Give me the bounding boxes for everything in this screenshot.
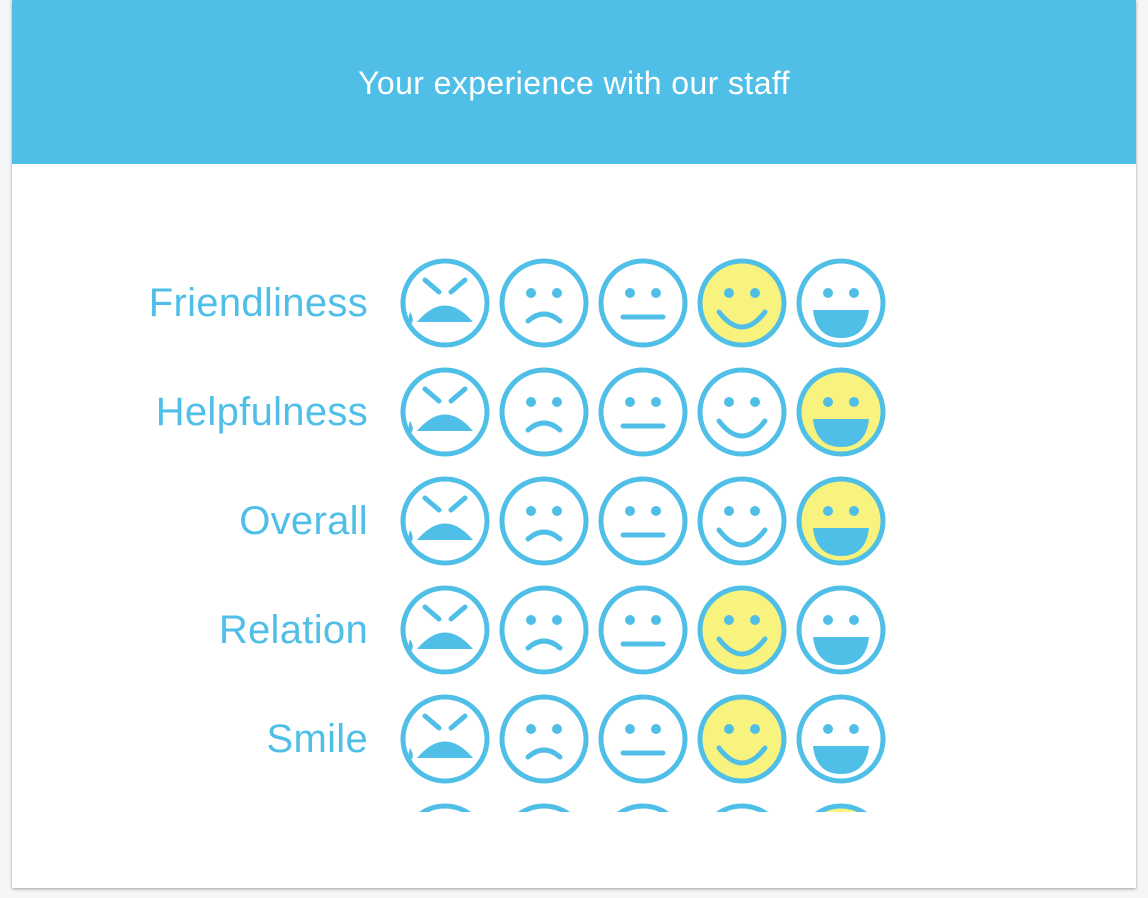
crying-face-icon[interactable] <box>400 803 490 812</box>
rating-row-label: Overall <box>239 499 368 543</box>
smiling-face-icon[interactable] <box>697 367 787 457</box>
grinning-face-icon[interactable] <box>796 585 886 675</box>
grinning-face-icon[interactable] <box>796 367 886 457</box>
grinning-face-icon[interactable] <box>796 694 886 784</box>
smiling-face-icon[interactable] <box>697 476 787 566</box>
rating-row-helpfulness: Helpfulness <box>12 367 1136 457</box>
sad-face-icon[interactable] <box>499 476 589 566</box>
rating-row-label: Smile <box>266 717 368 761</box>
smiling-face-icon[interactable] <box>697 258 787 348</box>
rating-row-label: Relation <box>218 608 368 652</box>
grinning-face-icon[interactable] <box>796 803 886 812</box>
grinning-face-icon[interactable] <box>796 476 886 566</box>
survey-card: Your experience with our staff Friendlin… <box>12 0 1136 888</box>
neutral-face-icon[interactable] <box>598 367 688 457</box>
grinning-face-icon[interactable] <box>796 258 886 348</box>
sad-face-icon[interactable] <box>499 694 589 784</box>
crying-face-icon[interactable] <box>400 476 490 566</box>
sad-face-icon[interactable] <box>499 258 589 348</box>
smiling-face-icon[interactable] <box>697 803 787 812</box>
neutral-face-icon[interactable] <box>598 803 688 812</box>
header-bar: Your experience with our staff <box>12 0 1136 164</box>
rating-row-label: Friendliness <box>148 281 368 325</box>
rating-row-6 <box>12 803 1136 812</box>
smiling-face-icon[interactable] <box>697 585 787 675</box>
neutral-face-icon[interactable] <box>598 585 688 675</box>
crying-face-icon[interactable] <box>400 694 490 784</box>
rating-row-overall: Overall <box>12 476 1136 566</box>
page-title: Your experience with our staff <box>358 64 790 101</box>
smiling-face-icon[interactable] <box>697 694 787 784</box>
sad-face-icon[interactable] <box>499 585 589 675</box>
neutral-face-icon[interactable] <box>598 694 688 784</box>
crying-face-icon[interactable] <box>400 367 490 457</box>
neutral-face-icon[interactable] <box>598 476 688 566</box>
rating-row-label: Helpfulness <box>155 390 368 434</box>
rating-list[interactable]: Friendliness Helpfulness Overall Relatio… <box>12 258 1136 812</box>
sad-face-icon[interactable] <box>499 803 589 812</box>
sad-face-icon[interactable] <box>499 367 589 457</box>
neutral-face-icon[interactable] <box>598 258 688 348</box>
rating-row-friendliness: Friendliness <box>12 258 1136 348</box>
rating-row-smile: Smile <box>12 694 1136 784</box>
crying-face-icon[interactable] <box>400 258 490 348</box>
crying-face-icon[interactable] <box>400 585 490 675</box>
rating-row-relation: Relation <box>12 585 1136 675</box>
